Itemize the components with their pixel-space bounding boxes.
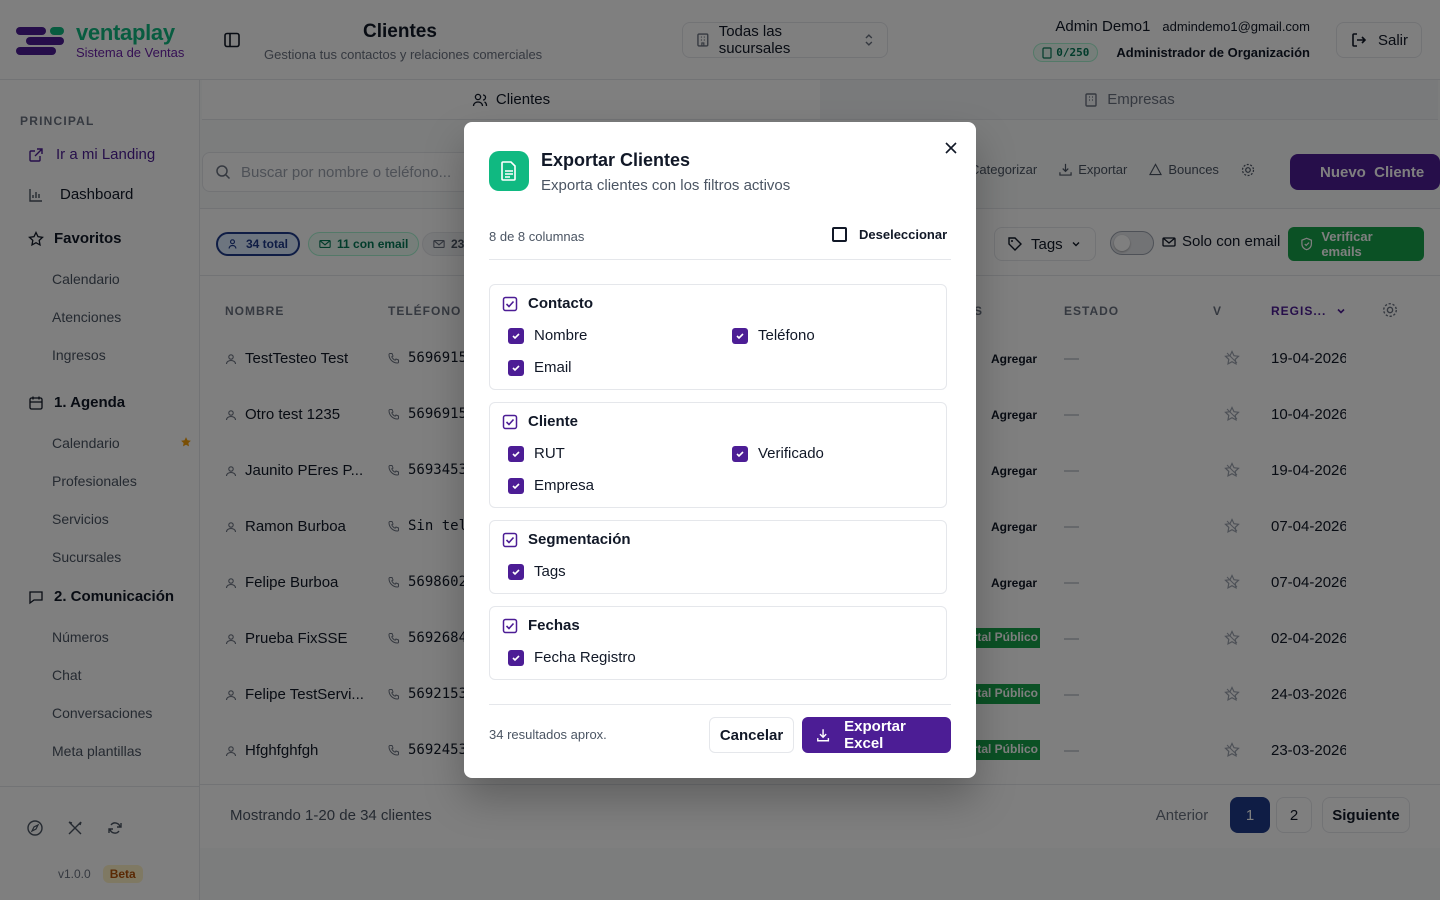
spreadsheet-file-icon <box>489 151 529 191</box>
option-rut[interactable]: RUT <box>508 445 565 462</box>
download-icon <box>817 729 830 742</box>
square-check-icon <box>502 296 518 311</box>
group-label: Fechas <box>528 617 580 634</box>
export-excel-button[interactable]: Exportar Excel <box>802 717 951 753</box>
checkbox-checked-icon[interactable] <box>508 445 524 462</box>
column-group-cliente: Cliente RUT Verificado Empresa <box>489 402 947 508</box>
column-count: 8 de 8 columnas <box>489 229 585 244</box>
checkbox-checked-icon[interactable] <box>732 327 748 344</box>
option-label: Fecha Registro <box>534 649 636 666</box>
option-label: Nombre <box>534 327 588 344</box>
close-icon[interactable] <box>942 139 960 157</box>
checkbox-checked-icon[interactable] <box>732 445 748 462</box>
option-label: Tags <box>534 563 566 580</box>
checkbox-checked-icon[interactable] <box>508 563 524 580</box>
option-email[interactable]: Email <box>508 359 572 376</box>
checkbox-checked-icon[interactable] <box>508 327 524 344</box>
square-check-icon <box>502 532 518 547</box>
option-label: Empresa <box>534 477 595 494</box>
option-fecha-registro[interactable]: Fecha Registro <box>508 649 636 666</box>
option-telefono[interactable]: Teléfono <box>732 327 815 344</box>
option-nombre[interactable]: Nombre <box>508 327 587 344</box>
column-group-contacto: Contacto Nombre Teléfono Email <box>489 284 947 390</box>
checkbox-checked-icon[interactable] <box>508 359 524 376</box>
group-header-segmentacion[interactable]: Segmentación <box>502 531 631 548</box>
option-tags[interactable]: Tags <box>508 563 566 580</box>
divider <box>489 704 951 705</box>
square-check-icon <box>502 618 518 633</box>
option-label: RUT <box>534 445 565 462</box>
export-clients-dialog: Exportar Clientes Exporta clientes con l… <box>464 122 976 778</box>
deselect-all-toggle[interactable]: Deseleccionar <box>832 227 947 242</box>
option-empresa[interactable]: Empresa <box>508 477 594 494</box>
cancel-button[interactable]: Cancelar <box>709 717 794 753</box>
group-label: Segmentación <box>528 531 631 548</box>
column-group-fechas: Fechas Fecha Registro <box>489 606 947 680</box>
divider <box>489 259 951 260</box>
group-label: Contacto <box>528 295 593 312</box>
group-label: Cliente <box>528 413 579 430</box>
square-check-icon <box>502 414 518 429</box>
group-header-cliente[interactable]: Cliente <box>502 413 578 430</box>
dialog-title: Exportar Clientes <box>541 150 691 170</box>
checkbox-checked-icon[interactable] <box>508 649 524 666</box>
dialog-subtitle: Exporta clientes con los filtros activos <box>541 177 791 194</box>
option-label: Teléfono <box>758 327 815 344</box>
export-excel-label: Exportar Excel <box>844 718 906 752</box>
option-label: Email <box>534 359 572 376</box>
checkbox-checked-icon[interactable] <box>508 477 524 494</box>
deselect-label: Deseleccionar <box>859 227 948 242</box>
app-root: ventaplay Sistema de Ventas Clientes Ges… <box>0 0 1440 900</box>
results-estimate: 34 resultados aprox. <box>489 727 607 742</box>
column-group-segmentacion: Segmentación Tags <box>489 520 947 594</box>
checkbox-empty-icon[interactable] <box>832 227 847 242</box>
option-verificado[interactable]: Verificado <box>732 445 824 462</box>
group-header-contacto[interactable]: Contacto <box>502 295 593 312</box>
option-label: Verificado <box>758 445 824 462</box>
group-header-fechas[interactable]: Fechas <box>502 617 580 634</box>
